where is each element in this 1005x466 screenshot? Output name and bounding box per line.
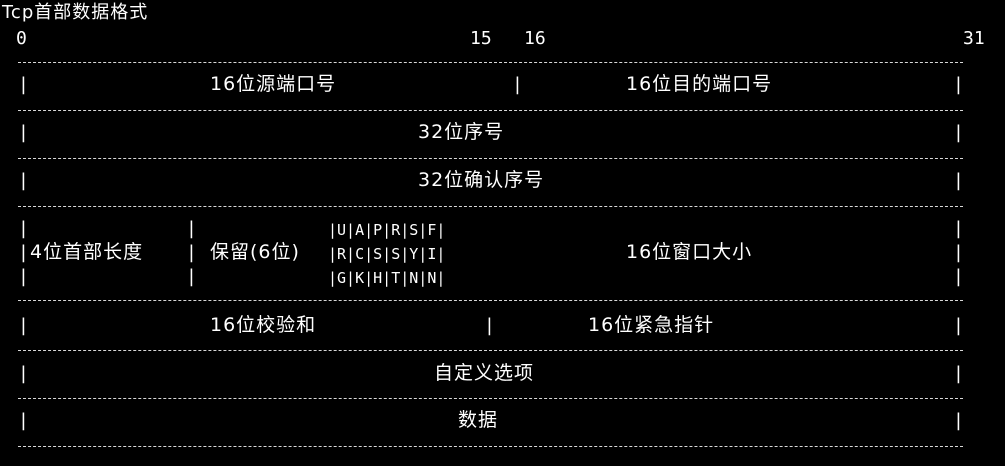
page-title: Tcp首部数据格式 (2, 2, 149, 23)
row-separator (18, 446, 963, 447)
field-divider: | (186, 266, 197, 287)
window-size-field: 16位窗口大小 (626, 241, 753, 263)
field-border: | (18, 410, 29, 431)
field-border: | (953, 122, 964, 143)
row-separator (18, 110, 963, 111)
bit-position-0: 0 (16, 28, 27, 49)
field-border: | (953, 266, 964, 287)
row-separator (18, 158, 963, 159)
urgent-pointer-field: 16位紧急指针 (588, 314, 715, 336)
row-separator (18, 300, 963, 301)
bit-position-15: 15 (470, 28, 492, 49)
flags-row-3: |G|K|H|T|N|N| (328, 269, 446, 287)
bit-position-31: 31 (963, 28, 985, 49)
row-separator (18, 206, 963, 207)
field-border: | (18, 170, 29, 191)
field-border: | (18, 266, 29, 287)
field-divider: | (186, 218, 197, 239)
field-border: | (953, 170, 964, 191)
field-divider: | (484, 315, 495, 336)
flags-row-1: |U|A|P|R|S|F| (328, 221, 446, 239)
source-port-field: 16位源端口号 (210, 73, 337, 95)
row-separator (18, 398, 963, 399)
field-border: | (953, 363, 964, 384)
row-separator (18, 62, 963, 63)
header-length-field: 4位首部长度 (30, 241, 144, 263)
options-field: 自定义选项 (434, 362, 535, 384)
field-border: | (18, 218, 29, 239)
field-border: | (953, 218, 964, 239)
ack-number-field: 32位确认序号 (418, 169, 545, 191)
field-border: | (953, 315, 964, 336)
terminal-screen: Tcp首部数据格式 0 15 16 31 | 16位源端口号 | 16位目的端口… (0, 0, 1005, 466)
sequence-number-field: 32位序号 (418, 121, 505, 143)
row-separator (18, 350, 963, 351)
field-border: | (18, 122, 29, 143)
field-border: | (953, 242, 964, 263)
field-border: | (18, 74, 29, 95)
flags-row-2: |R|C|S|S|Y|I| (328, 245, 446, 263)
field-divider: | (512, 74, 523, 95)
field-divider: | (186, 242, 197, 263)
field-border: | (18, 315, 29, 336)
bit-position-16: 16 (524, 28, 546, 49)
dest-port-field: 16位目的端口号 (626, 73, 773, 95)
checksum-field: 16位校验和 (210, 314, 317, 336)
field-border: | (953, 410, 964, 431)
data-field: 数据 (458, 409, 499, 431)
reserved-field: 保留(6位) (210, 241, 300, 263)
field-border: | (18, 242, 29, 263)
field-border: | (18, 363, 29, 384)
field-border: | (953, 74, 964, 95)
